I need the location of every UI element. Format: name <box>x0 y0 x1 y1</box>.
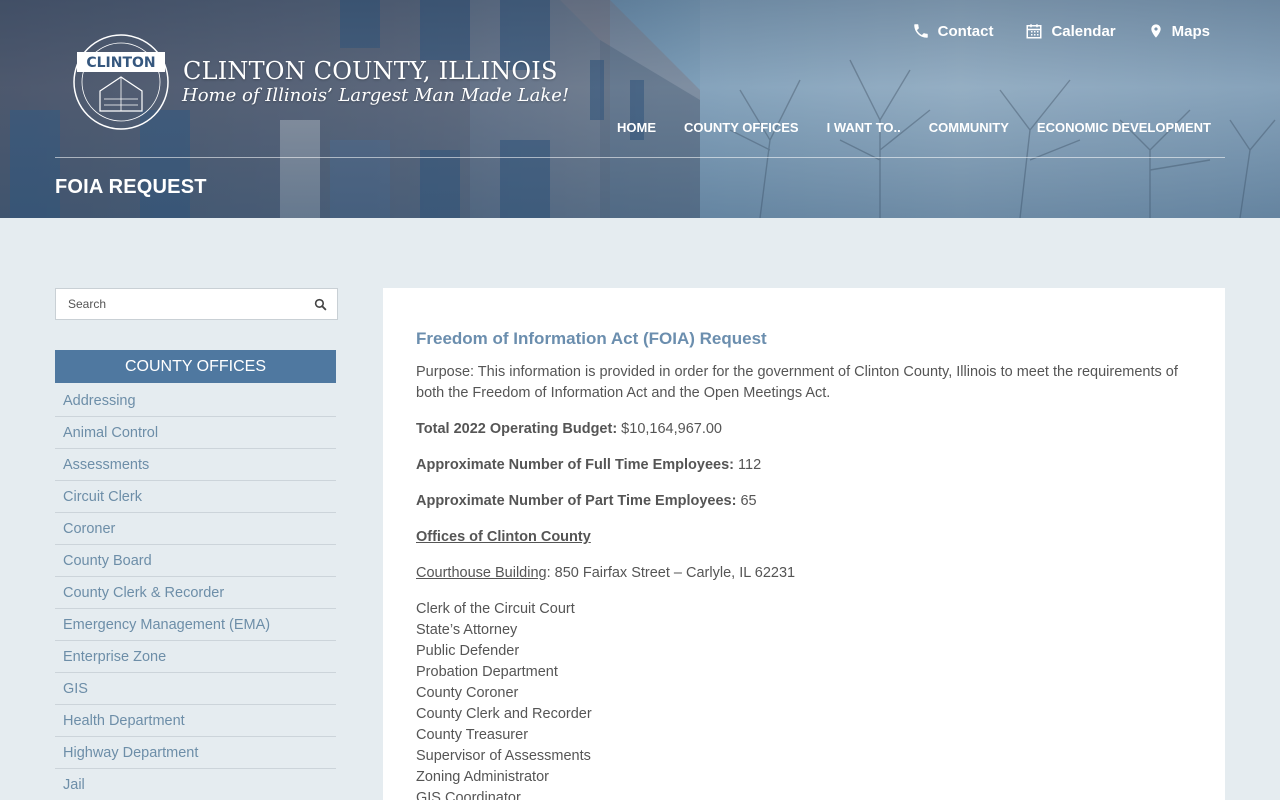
courthouse-line: Courthouse Building: 850 Fairfax Street … <box>416 563 1193 584</box>
contact-label: Contact <box>937 22 994 40</box>
sidebar-item-highway-department[interactable]: Highway Department <box>55 737 336 769</box>
phone-icon <box>913 24 928 38</box>
sidebar-heading: COUNTY OFFICES <box>55 350 336 383</box>
nav-community[interactable]: COMMUNITY <box>929 120 1009 135</box>
nav-i-want-to[interactable]: I WANT TO.. <box>827 120 901 135</box>
office-list: Clerk of the Circuit Court State’s Attor… <box>416 599 1193 800</box>
fulltime-value: 112 <box>734 457 762 473</box>
sidebar-menu: Addressing Animal Control Assessments Ci… <box>55 385 336 800</box>
maps-label: Maps <box>1171 22 1210 40</box>
courthouse-link[interactable]: Courthouse Building <box>416 565 547 581</box>
list-item: County Clerk and Recorder <box>416 706 592 722</box>
sidebar-item: Animal Control <box>55 417 336 449</box>
sidebar-item: County Board <box>55 545 336 577</box>
budget-value: $10,164,967.00 <box>617 421 722 437</box>
offices-heading: Offices of Clinton County <box>416 529 591 545</box>
sidebar-item: Coroner <box>55 513 336 545</box>
fulltime-line: Approximate Number of Full Time Employee… <box>416 455 1193 476</box>
sidebar-item: Highway Department <box>55 737 336 769</box>
calendar-label: Calendar <box>1051 22 1116 40</box>
sidebar-item: Circuit Clerk <box>55 481 336 513</box>
list-item: Public Defender <box>416 643 520 659</box>
sidebar-item-coroner[interactable]: Coroner <box>55 513 336 545</box>
sidebar-item: Addressing <box>55 385 336 417</box>
search-input[interactable] <box>56 289 303 319</box>
site-title[interactable]: CLINTON COUNTY, ILLINOIS <box>183 57 558 85</box>
list-item: Zoning Administrator <box>416 769 549 785</box>
budget-label: Total 2022 Operating Budget: <box>416 421 618 437</box>
sidebar-item-assessments[interactable]: Assessments <box>55 449 336 481</box>
search-icon <box>314 298 326 310</box>
sidebar-item-animal-control[interactable]: Animal Control <box>55 417 336 449</box>
sidebar-item-health-department[interactable]: Health Department <box>55 705 336 737</box>
page-title: FOIA REQUEST <box>55 176 207 198</box>
map-pin-icon <box>1150 24 1161 38</box>
nav-economic-development[interactable]: ECONOMIC DEVELOPMENT <box>1037 120 1211 135</box>
calendar-link[interactable]: Calendar <box>1025 22 1116 40</box>
sidebar-item: Health Department <box>55 705 336 737</box>
sidebar-item-enterprise-zone[interactable]: Enterprise Zone <box>55 641 336 673</box>
utility-nav: Contact Calendar Maps <box>912 22 1210 40</box>
maps-link[interactable]: Maps <box>1148 22 1210 40</box>
purpose-text: Purpose: This information is provided in… <box>416 364 1178 401</box>
sidebar-item: Emergency Management (EMA) <box>55 609 336 641</box>
nav-county-offices[interactable]: COUNTY OFFICES <box>684 120 799 135</box>
parttime-value: 65 <box>736 493 757 509</box>
nav-home[interactable]: HOME <box>617 120 656 135</box>
sidebar-item-addressing[interactable]: Addressing <box>55 385 336 417</box>
sidebar-search <box>55 288 338 320</box>
main-content: Freedom of Information Act (FOIA) Reques… <box>383 288 1225 800</box>
list-item: Probation Department <box>416 664 558 680</box>
county-seal-logo[interactable]: CLINTON <box>72 33 170 131</box>
sidebar-item: Enterprise Zone <box>55 641 336 673</box>
fulltime-label: Approximate Number of Full Time Employee… <box>416 457 734 473</box>
sidebar-item: GIS <box>55 673 336 705</box>
list-item: County Coroner <box>416 685 519 701</box>
sidebar-item-county-clerk-recorder[interactable]: County Clerk & Recorder <box>55 577 336 609</box>
site-header: CLINTON CLINTON COUNTY, ILLINOIS Home of… <box>0 0 1280 218</box>
content-heading: Freedom of Information Act (FOIA) Reques… <box>416 329 767 348</box>
list-item: Clerk of the Circuit Court <box>416 601 575 617</box>
sidebar-item-gis[interactable]: GIS <box>55 673 336 705</box>
sidebar-item: County Clerk & Recorder <box>55 577 336 609</box>
seal-label: CLINTON <box>86 55 155 71</box>
list-item: County Treasurer <box>416 727 529 743</box>
list-item: Supervisor of Assessments <box>416 748 591 764</box>
sidebar-item-circuit-clerk[interactable]: Circuit Clerk <box>55 481 336 513</box>
main-nav: HOME COUNTY OFFICES I WANT TO.. COMMUNIT… <box>617 120 1211 135</box>
header-divider <box>55 157 1225 158</box>
site-tagline: Home of Illinois’ Largest Man Made Lake! <box>182 85 570 106</box>
parttime-line: Approximate Number of Part Time Employee… <box>416 491 1193 512</box>
budget-line: Total 2022 Operating Budget: $10,164,967… <box>416 419 1193 440</box>
contact-link[interactable]: Contact <box>912 22 994 40</box>
parttime-label: Approximate Number of Part Time Employee… <box>416 493 737 509</box>
list-item: GIS Coordinator <box>416 790 521 800</box>
calendar-icon <box>1026 24 1042 39</box>
search-button[interactable] <box>303 289 337 319</box>
sidebar-item: Jail <box>55 769 336 800</box>
offices-heading-line: Offices of Clinton County <box>416 527 1193 548</box>
sidebar-item-emergency-management[interactable]: Emergency Management (EMA) <box>55 609 336 641</box>
list-item: State’s Attorney <box>416 622 518 638</box>
courthouse-address: : 850 Fairfax Street – Carlyle, IL 62231 <box>546 565 796 581</box>
sidebar-item-jail[interactable]: Jail <box>55 769 336 800</box>
sidebar-item-county-board[interactable]: County Board <box>55 545 336 577</box>
sidebar-item: Assessments <box>55 449 336 481</box>
